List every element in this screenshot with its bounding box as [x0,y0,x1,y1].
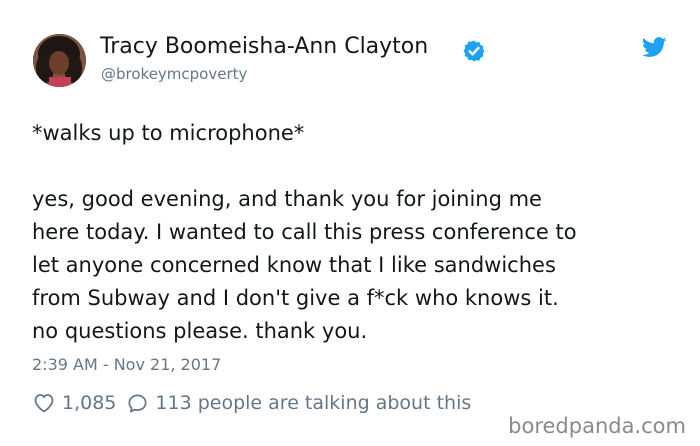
tweet-line: no questions please. thank you. [32,319,368,343]
verified-badge-icon [463,40,485,62]
author-display-name[interactable]: Tracy Boomeisha-Ann Clayton [100,33,428,61]
speech-bubble-icon[interactable] [126,392,149,415]
tweet-text: *walks up to microphone* yes, good eveni… [32,117,682,348]
twitter-bird-icon[interactable] [642,37,667,58]
author-handle[interactable]: @brokeymcpoverty [101,64,247,84]
tweet-line: *walks up to microphone* [32,121,305,145]
tweet-actions: 1,085 113 people are talking about this [32,389,471,417]
heart-icon[interactable] [32,391,56,415]
like-count[interactable]: 1,085 [62,392,116,414]
tweet-line: here today. I wanted to call this press … [32,220,577,244]
watermark: boredpanda.com [506,412,686,440]
talking-count[interactable]: 113 people are talking about this [155,392,471,414]
tweet-line: let anyone concerned know that I like sa… [32,253,556,277]
tweet-line: yes, good evening, and thank you for joi… [32,187,542,211]
avatar[interactable] [33,34,86,87]
tweet-card: Tracy Boomeisha-Ann Clayton @brokeymcpov… [0,0,700,446]
tweet-timestamp[interactable]: 2:39 AM - Nov 21, 2017 [32,354,221,376]
tweet-line: from Subway and I don't give a f*ck who … [32,286,559,310]
